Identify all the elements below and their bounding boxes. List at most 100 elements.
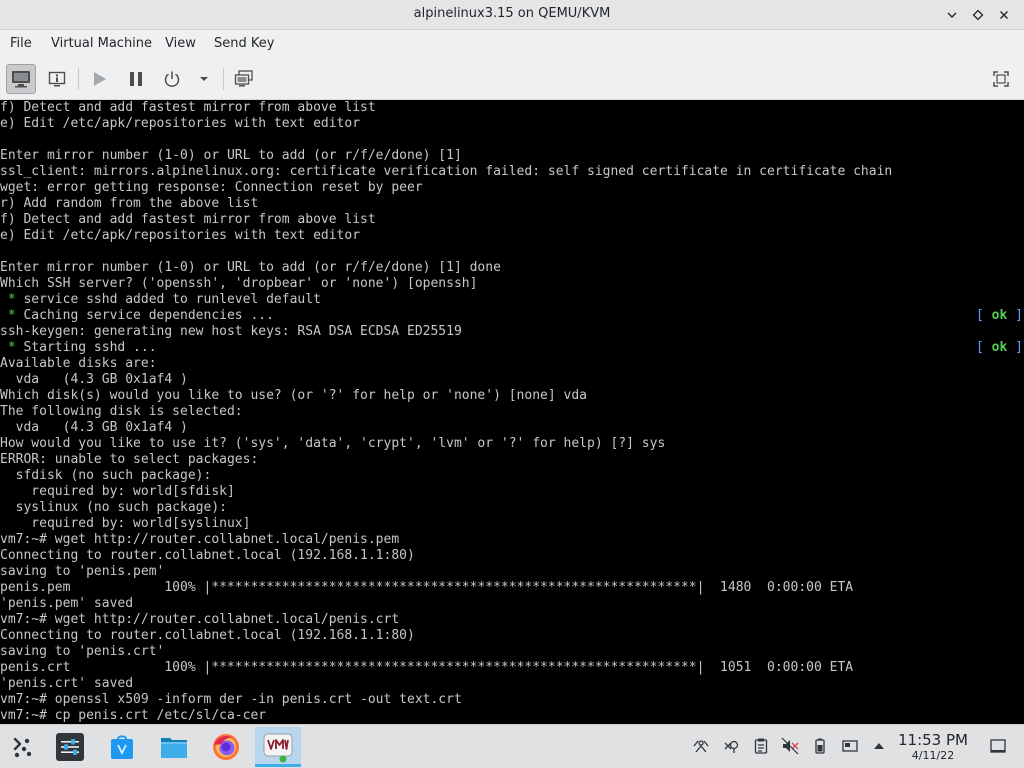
window-titlebar: alpinelinux3.15 on QEMU/KVM — [0, 0, 1024, 30]
power-icon — [164, 71, 180, 87]
battery-icon — [815, 738, 825, 754]
discover-store-icon — [111, 735, 133, 759]
console-line: Which SSH server? ('openssh', 'dropbear'… — [0, 276, 478, 291]
volume-muted-icon — [781, 737, 799, 755]
accessibility-icon — [693, 740, 709, 753]
console-line: Which disk(s) would you like to use? (or… — [0, 388, 587, 403]
clipboard-icon — [754, 738, 768, 754]
console-line: The following disk is selected: — [0, 404, 243, 419]
toolbar-separator — [78, 68, 79, 90]
console-line: vm7:~# openssl x509 -inform der -in peni… — [0, 692, 462, 707]
play-icon — [94, 72, 106, 86]
console-service-line: * Starting sshd ... [ ok ] — [0, 340, 1024, 356]
show-desktop-button[interactable] — [988, 736, 1008, 756]
file-manager-icon — [161, 738, 187, 758]
console-line: required by: world[sfdisk] — [0, 484, 235, 499]
menu-view[interactable]: View — [165, 36, 196, 51]
console-view-icon — [12, 71, 30, 88]
digital-clock[interactable]: 11:53 PM 4/11/22 — [890, 731, 976, 763]
console-line: f) Detect and add fastest mirror from ab… — [0, 212, 376, 227]
console-line: ERROR: unable to select packages: — [0, 452, 259, 467]
virt-manager-button[interactable] — [255, 727, 301, 767]
console-line: Enter mirror number (1-0) or URL to add … — [0, 148, 462, 163]
console-line: e) Edit /etc/apk/repositories with text … — [0, 228, 361, 243]
clock-date: 4/11/22 — [911, 749, 955, 762]
chevron-down-icon — [200, 77, 208, 81]
display-indicator[interactable] — [840, 736, 860, 756]
maximize-button[interactable] — [968, 5, 988, 25]
console-view-button[interactable] — [6, 64, 36, 94]
clipboard-indicator[interactable] — [751, 736, 771, 756]
console-line: How would you like to use it? ('sys', 'd… — [0, 436, 666, 451]
taskbar: 11:53 PM 4/11/22 — [0, 724, 1024, 768]
toolbar-separator — [223, 68, 224, 90]
system-settings-icon — [56, 733, 84, 761]
window-title: alpinelinux3.15 on QEMU/KVM — [413, 6, 611, 21]
ok-label: ok — [991, 308, 1008, 323]
firefox-button[interactable] — [208, 729, 244, 765]
console-line: 'penis.pem' saved — [0, 596, 134, 611]
tray-expand-icon — [874, 743, 884, 749]
menu-virtual-machine[interactable]: Virtual Machine — [51, 36, 152, 51]
virt-manager-icon — [263, 733, 293, 762]
menu-bar: File Virtual Machine View Send Key — [0, 30, 1024, 58]
console-line: syslinux (no such package): — [0, 500, 227, 515]
accessibility-indicator[interactable] — [691, 736, 711, 756]
app-launcher-button[interactable] — [4, 729, 40, 765]
service-star: * — [0, 340, 16, 355]
run-button[interactable] — [84, 64, 114, 94]
snapshots-button[interactable] — [229, 64, 259, 94]
service-status: [ ok ] — [976, 340, 1023, 355]
details-button[interactable] — [42, 64, 72, 94]
console-line: e) Edit /etc/apk/repositories with text … — [0, 116, 361, 131]
menu-send-key[interactable]: Send Key — [214, 36, 274, 51]
toolbar — [0, 58, 1024, 100]
vault-indicator[interactable] — [721, 736, 741, 756]
system-settings-button[interactable] — [52, 729, 88, 765]
close-button[interactable] — [994, 5, 1014, 25]
chevron-down-icon — [947, 12, 957, 18]
console-text: f) Detect and add fastest mirror from ab… — [0, 100, 1024, 724]
console-service-line: * service sshd added to runlevel default — [0, 292, 1024, 308]
vm-console-display[interactable]: f) Detect and add fastest mirror from ab… — [0, 100, 1024, 724]
volume-indicator[interactable] — [780, 736, 800, 756]
console-line: f) Detect and add fastest mirror from ab… — [0, 100, 376, 115]
minimize-button[interactable] — [942, 5, 962, 25]
console-line: vda (4.3 GB 0x1af4 ) — [0, 372, 188, 387]
console-line: r) Add random from the above list — [0, 196, 259, 211]
vault-icon — [724, 740, 739, 753]
discover-store-button[interactable] — [104, 729, 140, 765]
console-service-line: * Caching service dependencies ... [ ok ] — [0, 308, 1024, 324]
console-line: 'penis.crt' saved — [0, 676, 134, 691]
fullscreen-button[interactable] — [986, 64, 1016, 94]
pause-button[interactable] — [121, 64, 151, 94]
console-line: Enter mirror number (1-0) or URL to add … — [0, 260, 501, 275]
snapshots-icon — [234, 70, 253, 87]
file-manager-button[interactable] — [156, 729, 192, 765]
console-line: ssh-keygen: generating new host keys: RS… — [0, 324, 462, 339]
console-line: Connecting to router.collabnet.local (19… — [0, 628, 415, 643]
display-icon — [842, 740, 858, 752]
service-text: Starting sshd ... — [15, 340, 157, 355]
console-line: Available disks are: — [0, 356, 157, 371]
service-star: * — [0, 292, 16, 307]
console-line: penis.pem 100% |************************… — [0, 580, 854, 595]
shutdown-menu-button[interactable] — [190, 64, 218, 94]
console-line: saving to 'penis.crt' — [0, 644, 165, 659]
battery-indicator[interactable] — [810, 736, 830, 756]
pause-icon — [130, 72, 142, 86]
service-text: Caching service dependencies ... — [15, 308, 274, 323]
shutdown-button[interactable] — [157, 64, 187, 94]
console-line: saving to 'penis.pem' — [0, 564, 165, 579]
show-desktop-icon — [990, 739, 1006, 753]
app-launcher-icon — [13, 737, 32, 758]
menu-file[interactable]: File — [10, 36, 32, 51]
clock-time: 11:53 PM — [898, 731, 968, 749]
ok-label: ok — [991, 340, 1008, 355]
console-line: vm7:~# wget http://router.collabnet.loca… — [0, 612, 400, 627]
console-line: ssl_client: mirrors.alpinelinux.org: cer… — [0, 164, 893, 179]
tray-expand-button[interactable] — [869, 736, 889, 756]
close-icon — [1000, 11, 1008, 19]
console-line: Connecting to router.collabnet.local (19… — [0, 548, 415, 563]
